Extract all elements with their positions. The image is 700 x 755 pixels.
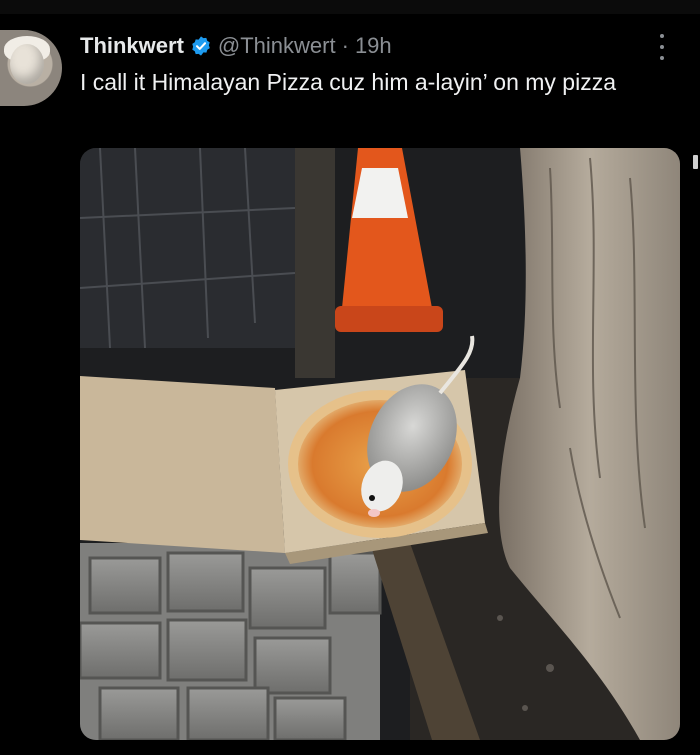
author-handle[interactable]: @Thinkwert xyxy=(218,33,336,59)
tweet-photo[interactable] xyxy=(80,148,680,740)
more-options-icon[interactable] xyxy=(652,34,672,60)
avatar-face xyxy=(10,44,44,84)
tweet-header: Thinkwert @Thinkwert · 19h xyxy=(80,30,392,62)
scrollbar-indicator[interactable] xyxy=(693,155,698,169)
avatar[interactable] xyxy=(0,30,62,106)
photo-opossum-on-pizza xyxy=(80,148,680,740)
verified-badge-icon xyxy=(192,36,210,56)
timestamp[interactable]: 19h xyxy=(355,33,392,59)
author-name[interactable]: Thinkwert xyxy=(80,33,184,59)
top-edge xyxy=(0,0,700,14)
tweet-text: I call it Himalayan Pizza cuz him a-layi… xyxy=(80,69,616,95)
separator-dot: · xyxy=(341,33,349,58)
